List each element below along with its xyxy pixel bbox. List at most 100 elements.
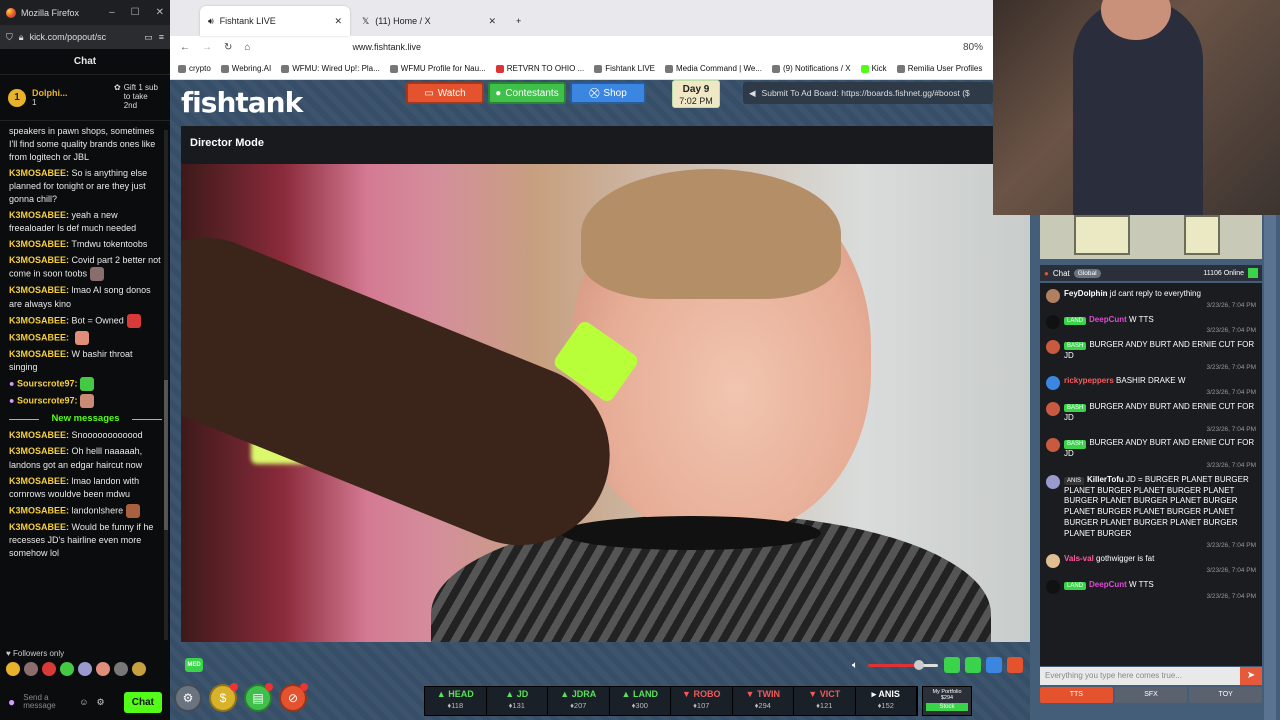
reload-icon[interactable]: ↻	[224, 42, 232, 53]
avatar[interactable]	[1046, 376, 1060, 391]
camera-thumbnail[interactable]	[1184, 215, 1220, 255]
window-controls[interactable]: – ☐ ✕	[109, 7, 164, 18]
contestant-stock[interactable]: ▲ JD ♦131	[487, 687, 548, 715]
avatar[interactable]	[1046, 438, 1060, 453]
avatar[interactable]	[1046, 554, 1060, 569]
bookmark[interactable]: crypto	[178, 64, 211, 73]
coins-icon[interactable]: $	[209, 683, 238, 712]
chat-message: ANIS KillerTofu JD = BURGER PLANET BURGER…	[1046, 474, 1256, 551]
bookmark[interactable]: RETVRN TO OHIO ...	[495, 64, 584, 73]
contestant-stock[interactable]: ▲ HEAD ♦118	[425, 687, 487, 715]
close-icon[interactable]: ✕	[156, 7, 164, 18]
volume-knob[interactable]	[914, 660, 924, 670]
forward-icon[interactable]: →	[202, 42, 212, 53]
volume-icon[interactable]: 🔈︎	[852, 660, 858, 671]
panel-scrollbar[interactable]	[1264, 215, 1276, 720]
avatar[interactable]	[1046, 314, 1060, 329]
zoom-level[interactable]: 80%	[963, 42, 983, 53]
maximize-icon[interactable]: ☐	[131, 7, 140, 18]
address-bar[interactable]: www.fishtank.live	[352, 42, 951, 52]
chat-send-button[interactable]: Chat	[123, 691, 162, 713]
portfolio-widget[interactable]: My Portfolio $294 Stock	[922, 686, 972, 716]
chat-input[interactable]: Everything you type here comes true...	[1040, 667, 1262, 685]
fullscreen-icon[interactable]	[986, 657, 1002, 673]
expand-icon[interactable]	[1248, 268, 1258, 278]
new-tab-button[interactable]: +	[508, 6, 538, 36]
tab-fishtank[interactable]: 🔊︎ Fishtank LIVE ✕	[200, 6, 350, 36]
chat-input-bar: ● Send a message ☺ ⚙ Chat	[0, 684, 170, 720]
kick-urlbar[interactable]: ⛉ 🔒︎ kick.com/popout/sc ▭ ≡	[0, 25, 170, 49]
ad-board[interactable]: ◀ Submit To Ad Board: https://boards.fis…	[743, 82, 993, 104]
watch-button[interactable]: ▭ Watch	[406, 82, 484, 104]
sfx-tab[interactable]: SFX	[1114, 687, 1188, 703]
items-icon[interactable]: ▤	[244, 683, 273, 712]
layout-icon[interactable]	[944, 657, 960, 673]
chat-scroll-thumb[interactable]	[164, 380, 168, 530]
bookmark[interactable]: WFMU Profile for Nau...	[389, 64, 486, 73]
avatar[interactable]	[1046, 579, 1060, 594]
bookmark[interactable]: Remilia User Profiles	[896, 64, 982, 73]
page-icon[interactable]: ▭	[144, 32, 153, 43]
gift-leaderboard[interactable]: 1 Dolphi... 1 ✿ Gift 1 sub to take 2nd	[0, 75, 170, 121]
close-tab-icon[interactable]: ✕	[488, 16, 496, 27]
volume-slider[interactable]	[868, 664, 938, 667]
bookmark[interactable]: Webring.AI	[220, 64, 271, 73]
tab-x-home[interactable]: 𝕏 (11) Home / X ✕	[354, 6, 504, 36]
kick-url[interactable]: kick.com/popout/sc	[30, 32, 139, 42]
back-icon[interactable]: ←	[180, 42, 190, 53]
avatar[interactable]	[1046, 474, 1060, 489]
home-icon[interactable]: ⌂	[244, 42, 250, 53]
collapse-icon[interactable]: ◀	[749, 88, 756, 99]
emote[interactable]	[114, 662, 128, 676]
contestant-stock[interactable]: ▼ ROBO ♦107	[671, 687, 733, 715]
contestant-stock[interactable]: ▸ ANIS ♦152	[856, 687, 917, 715]
contestant-stock[interactable]: ▲ LAND ♦300	[610, 687, 671, 715]
chat-message: K3MOSABEE: yeah a new freealoader Is def…	[9, 210, 137, 234]
emote[interactable]	[60, 662, 74, 676]
bookmark[interactable]: Media Command | We...	[665, 64, 762, 73]
stock-button[interactable]: Stock	[926, 703, 968, 711]
block-icon[interactable]: ⊘	[279, 683, 308, 712]
message-input[interactable]: Send a message	[23, 694, 71, 710]
settings-icon[interactable]: ⚙	[96, 697, 104, 708]
close-tab-icon[interactable]: ✕	[334, 16, 342, 27]
emote[interactable]	[24, 662, 38, 676]
avatar[interactable]	[1046, 340, 1060, 355]
contestant-stock[interactable]: ▼ VICT ♦121	[794, 687, 856, 715]
quality-button[interactable]: MED	[185, 658, 203, 672]
bookmark[interactable]: Kick	[860, 64, 887, 73]
tts-tab[interactable]: TTS	[1040, 687, 1113, 703]
fishtank-logo[interactable]: fishtank	[181, 86, 303, 119]
avatar[interactable]	[1046, 289, 1060, 303]
emote[interactable]	[96, 662, 110, 676]
toy-tab[interactable]: TOY	[1189, 687, 1263, 703]
contestant-stock[interactable]: ▼ TWIN ♦294	[733, 687, 794, 715]
bookmark[interactable]: (9) Notifications / X	[771, 64, 851, 73]
pip-icon[interactable]	[965, 657, 981, 673]
contestants-button[interactable]: ● Contestants	[488, 82, 566, 104]
emote[interactable]	[6, 662, 20, 676]
shop-button[interactable]: ⛒ Shop	[570, 82, 646, 104]
emote[interactable]	[42, 662, 56, 676]
bookmark[interactable]: WFMU: Wired Up!: Pla...	[281, 64, 380, 73]
minimize-icon[interactable]: –	[109, 7, 115, 18]
emote-picker-icon[interactable]: ☺	[79, 697, 88, 707]
contestant-stock[interactable]: ▲ JDRA ♦207	[548, 687, 610, 715]
record-icon[interactable]	[1007, 657, 1023, 673]
menu-icon[interactable]: ≡	[159, 32, 164, 42]
camera-thumbnail[interactable]	[1074, 215, 1130, 255]
emote-bar[interactable]	[6, 662, 146, 676]
chat-message: K3MOSABEE: Covid part 2 better not come …	[9, 254, 162, 282]
emote[interactable]	[132, 662, 146, 676]
chat-message: LAND DeepCunt W TTS 3/23/26, 7:04 PM	[1046, 314, 1256, 337]
emote[interactable]	[78, 662, 92, 676]
fishtank-message-list: FeyDolphin jd cant reply to everything 3/…	[1040, 283, 1262, 666]
settings-icon[interactable]: ⚙	[174, 684, 202, 712]
bookmark[interactable]: Fishtank LIVE	[594, 64, 655, 73]
live-video[interactable]	[181, 164, 1031, 642]
avatar[interactable]	[1046, 402, 1060, 417]
send-button[interactable]: ➤	[1240, 667, 1262, 685]
mic-icon[interactable]: ●	[8, 695, 15, 709]
global-tab[interactable]: Global	[1073, 268, 1101, 278]
gift-prompt[interactable]: ✿ Gift 1 sub to take 2nd	[114, 83, 162, 110]
